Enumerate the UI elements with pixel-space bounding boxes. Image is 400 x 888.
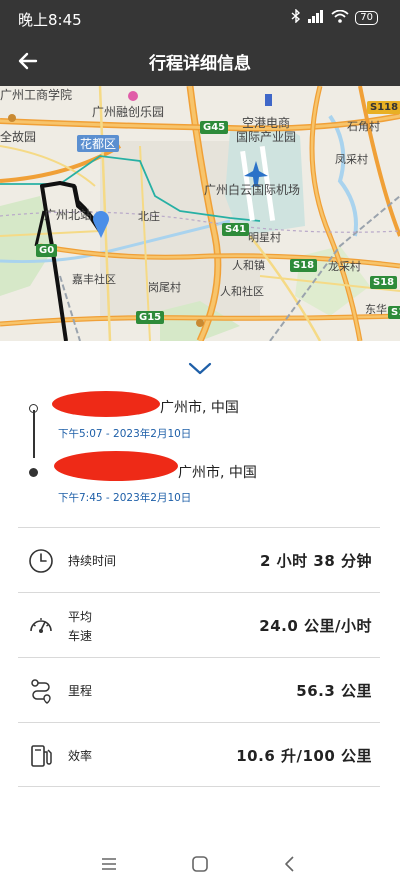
start-time: 下午5:07 - 2023年2月10日 — [58, 428, 192, 440]
stat-label-line1: 平均 — [68, 610, 93, 624]
stat-label-line2: 车速 — [68, 629, 93, 643]
stat-value: 10.6 升/100 公里 — [236, 747, 372, 765]
trip-stats: 持续时间 2 小时 38 分钟 平均 车速 24.0 公里/小时 里程 56.3… — [18, 527, 380, 787]
status-bar: 晚上8:45 70 — [0, 0, 400, 36]
wifi-icon — [331, 9, 349, 26]
chevron-down-icon[interactable] — [186, 360, 214, 378]
road-shield: S118 — [367, 101, 400, 114]
end-point-icon — [29, 468, 38, 477]
stat-value: 56.3 公里 — [296, 682, 372, 700]
map-label: 北庄 — [138, 210, 160, 223]
stat-label: 里程 — [68, 684, 93, 698]
road-shield: S41 — [222, 223, 250, 236]
stat-distance: 里程 56.3 公里 — [18, 657, 380, 722]
menu-icon[interactable] — [97, 852, 121, 876]
map-label: 人和镇 — [232, 259, 265, 272]
speedometer-icon — [30, 618, 52, 633]
map-label: 广州工商学院 — [0, 88, 73, 102]
map-label: 嘉丰社区 — [72, 273, 116, 286]
redacted-start-address — [52, 391, 160, 417]
system-nav-bar — [0, 840, 400, 888]
road-shield: G0 — [36, 244, 58, 257]
stat-label: 效率 — [68, 749, 93, 763]
road-shield: S18 — [290, 259, 318, 272]
start-address: 广州市, 中国 — [160, 400, 239, 416]
app-bar: 行程详细信息 — [0, 36, 400, 86]
stat-duration: 持续时间 2 小时 38 分钟 — [18, 527, 380, 592]
fuel-pump-icon — [31, 745, 52, 767]
page-title: 行程详细信息 — [149, 54, 251, 74]
stat-value: 2 小时 38 分钟 — [260, 552, 372, 570]
signal-icon — [307, 9, 325, 26]
status-time: 晚上8:45 — [18, 11, 82, 29]
redacted-end-address — [54, 451, 178, 481]
stat-efficiency: 效率 10.6 升/100 公里 — [18, 722, 380, 787]
map-label: 广州白云国际机场 — [204, 183, 301, 197]
battery-icon: 70 — [355, 10, 378, 25]
map-label: 人和社区 — [220, 285, 264, 298]
road-shield: S18 — [370, 276, 398, 289]
stat-value: 24.0 公里/小时 — [259, 617, 372, 635]
map-label: 广州北站 — [44, 208, 93, 222]
road-shield: G45 — [200, 121, 229, 134]
map-label: 花都区 — [77, 135, 120, 152]
map-label: 凤采村 — [335, 153, 368, 166]
stat-label: 持续时间 — [68, 554, 117, 568]
map-label: 明星村 — [248, 231, 281, 244]
status-icons: 70 — [291, 8, 378, 26]
road-shield: S1 — [388, 306, 400, 319]
map-label: 广州融创乐园 — [92, 105, 165, 119]
map-label: 岗尾村 — [148, 281, 181, 294]
stat-label: 平均 车速 — [68, 608, 92, 646]
clock-icon — [29, 549, 53, 573]
bluetooth-icon — [291, 8, 301, 26]
stat-average-speed: 平均 车速 24.0 公里/小时 — [18, 592, 380, 657]
map-label: 全故园 — [0, 130, 37, 144]
route-icon — [31, 679, 51, 704]
route-connector — [33, 410, 35, 458]
map-label: 东华 — [365, 303, 387, 316]
road-shield: G15 — [136, 311, 165, 324]
trip-route-summary: 广州市, 中国 下午5:07 - 2023年2月10日 广州市, 中国 下午7:… — [0, 385, 400, 520]
end-address: 广州市, 中国 — [178, 465, 257, 481]
back-triangle-icon[interactable] — [278, 852, 302, 876]
map-label: 石角村 — [347, 120, 380, 133]
map-label: 国际产业园 — [236, 130, 297, 144]
map-label: 龙采村 — [328, 260, 361, 273]
end-time: 下午7:45 - 2023年2月10日 — [58, 492, 192, 504]
home-square-icon[interactable] — [188, 852, 212, 876]
trip-map[interactable]: 广州工商学院 广州融创乐园 空港电商 国际产业园 全故园 花都区 广州白云国际机… — [0, 86, 400, 341]
